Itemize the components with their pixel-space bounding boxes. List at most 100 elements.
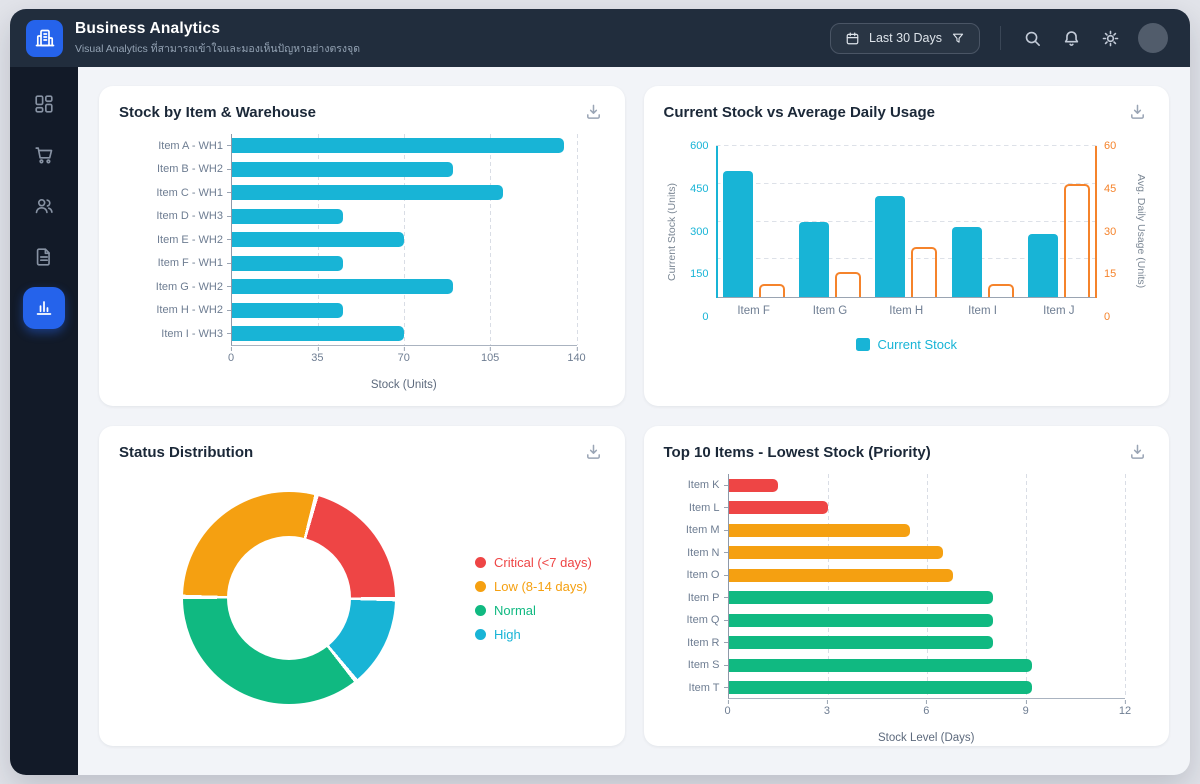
category-label: Item L [664, 497, 728, 520]
bar-group [944, 146, 1020, 297]
search-button[interactable] [1021, 27, 1044, 50]
legend-item[interactable]: Critical (<7 days) [475, 555, 592, 570]
main-content: Stock by Item & Warehouse Item A - WH1It… [78, 67, 1190, 775]
bar[interactable] [1028, 234, 1058, 297]
app-logo[interactable] [26, 20, 63, 57]
category-label: Item G [792, 305, 868, 317]
panel-title-stock-vs-usage: Current Stock vs Average Daily Usage [664, 100, 936, 121]
axis-tick-label: 450 [690, 183, 708, 195]
bar[interactable] [875, 196, 905, 297]
avatar[interactable] [1138, 23, 1168, 53]
bar[interactable] [1064, 184, 1090, 297]
bar[interactable] [232, 138, 564, 153]
category-label: Item D - WH3 [119, 205, 231, 229]
category-label: Item Q [664, 609, 728, 632]
bar[interactable] [232, 232, 404, 247]
bar[interactable] [729, 569, 954, 582]
bar[interactable] [232, 185, 503, 200]
settings-button[interactable] [1099, 27, 1122, 50]
date-range-label: Last 30 Days [869, 31, 942, 45]
bar[interactable] [729, 479, 779, 492]
bar[interactable] [232, 279, 453, 294]
bar[interactable] [232, 209, 343, 224]
sidebar-item-customers[interactable] [23, 185, 65, 227]
chart-legend: Critical (<7 days) Low (8-14 days) Normal H… [475, 555, 592, 642]
cart-icon [33, 144, 55, 166]
panel-top10-lowest-stock: Top 10 Items - Lowest Stock (Priority) I… [644, 426, 1170, 746]
header-divider [1000, 26, 1001, 50]
axis-tick-label: 70 [398, 347, 410, 364]
axis-tick-label: 0 [228, 347, 234, 364]
category-label: Item S [664, 654, 728, 677]
download-icon [1128, 442, 1147, 461]
axis-tick-label: 6 [923, 700, 929, 717]
panel-title-status-distribution: Status Distribution [119, 440, 253, 461]
bar[interactable] [988, 284, 1014, 297]
legend-label: High [494, 627, 521, 642]
bar[interactable] [759, 284, 785, 297]
axis-tick-label: 105 [481, 347, 499, 364]
legend-dot [475, 605, 486, 616]
category-label: Item G - WH2 [119, 275, 231, 299]
bar[interactable] [835, 272, 861, 297]
bar[interactable] [911, 247, 937, 297]
bar[interactable] [729, 501, 828, 514]
download-button[interactable] [582, 440, 605, 466]
notifications-button[interactable] [1060, 27, 1083, 50]
bar[interactable] [952, 227, 982, 297]
legend-dot [475, 581, 486, 592]
bar[interactable] [729, 614, 993, 627]
sidebar-item-analytics[interactable] [23, 287, 65, 329]
category-label: Item F [716, 305, 792, 317]
category-label: Item P [664, 587, 728, 610]
gridline [577, 134, 578, 345]
right-axis-title: Avg. Daily Usage (Units) [1133, 146, 1149, 317]
left-axis-ticks: 0150300450600 [680, 146, 716, 317]
sidebar-item-dashboard[interactable] [23, 83, 65, 125]
legend-item[interactable]: Normal [475, 603, 592, 618]
bar[interactable] [723, 171, 753, 297]
bell-icon [1062, 29, 1081, 48]
download-button[interactable] [1126, 440, 1149, 466]
legend-item[interactable]: Low (8-14 days) [475, 579, 592, 594]
axis-tick-label: 3 [824, 700, 830, 717]
axis-tick-label: 0 [724, 700, 730, 717]
bar[interactable] [729, 681, 1033, 694]
date-range-button[interactable]: Last 30 Days [830, 23, 980, 54]
download-button[interactable] [1126, 100, 1149, 126]
bar[interactable] [232, 303, 343, 318]
app-window: Business Analytics Visual Analytics ที่ส… [10, 9, 1190, 775]
legend-dot [475, 557, 486, 568]
plot-area [716, 146, 1098, 298]
donut[interactable] [183, 492, 395, 704]
download-button[interactable] [582, 100, 605, 126]
legend-item[interactable]: High [475, 627, 592, 642]
users-icon [33, 195, 55, 217]
document-icon [33, 246, 55, 268]
bar-group [1021, 146, 1097, 297]
sidebar-item-documents[interactable] [23, 236, 65, 278]
sidebar-item-orders[interactable] [23, 134, 65, 176]
bar[interactable] [232, 326, 404, 341]
panel-title-stock-by-item: Stock by Item & Warehouse [119, 100, 316, 121]
bar[interactable] [729, 546, 944, 559]
bar[interactable] [799, 222, 829, 298]
bar[interactable] [232, 256, 343, 271]
axis-tick-label: 12 [1119, 700, 1131, 717]
category-label: Item E - WH2 [119, 228, 231, 252]
axis-tick-label: 60 [1104, 140, 1116, 152]
download-icon [1128, 102, 1147, 121]
bar[interactable] [729, 591, 993, 604]
category-label: Item M [664, 519, 728, 542]
axis-tick-label: 300 [690, 226, 708, 238]
bar[interactable] [729, 659, 1033, 672]
axis-tick-label: 150 [690, 268, 708, 280]
bar[interactable] [729, 524, 911, 537]
legend-label: Low (8-14 days) [494, 579, 587, 594]
bar[interactable] [729, 636, 993, 649]
bar[interactable] [232, 162, 453, 177]
bar-group [716, 146, 792, 297]
filter-icon [951, 31, 965, 45]
dual-axis-chart: Current Stock (Units)0150300450600Item F… [664, 146, 1150, 317]
category-label: Item K [664, 474, 728, 497]
